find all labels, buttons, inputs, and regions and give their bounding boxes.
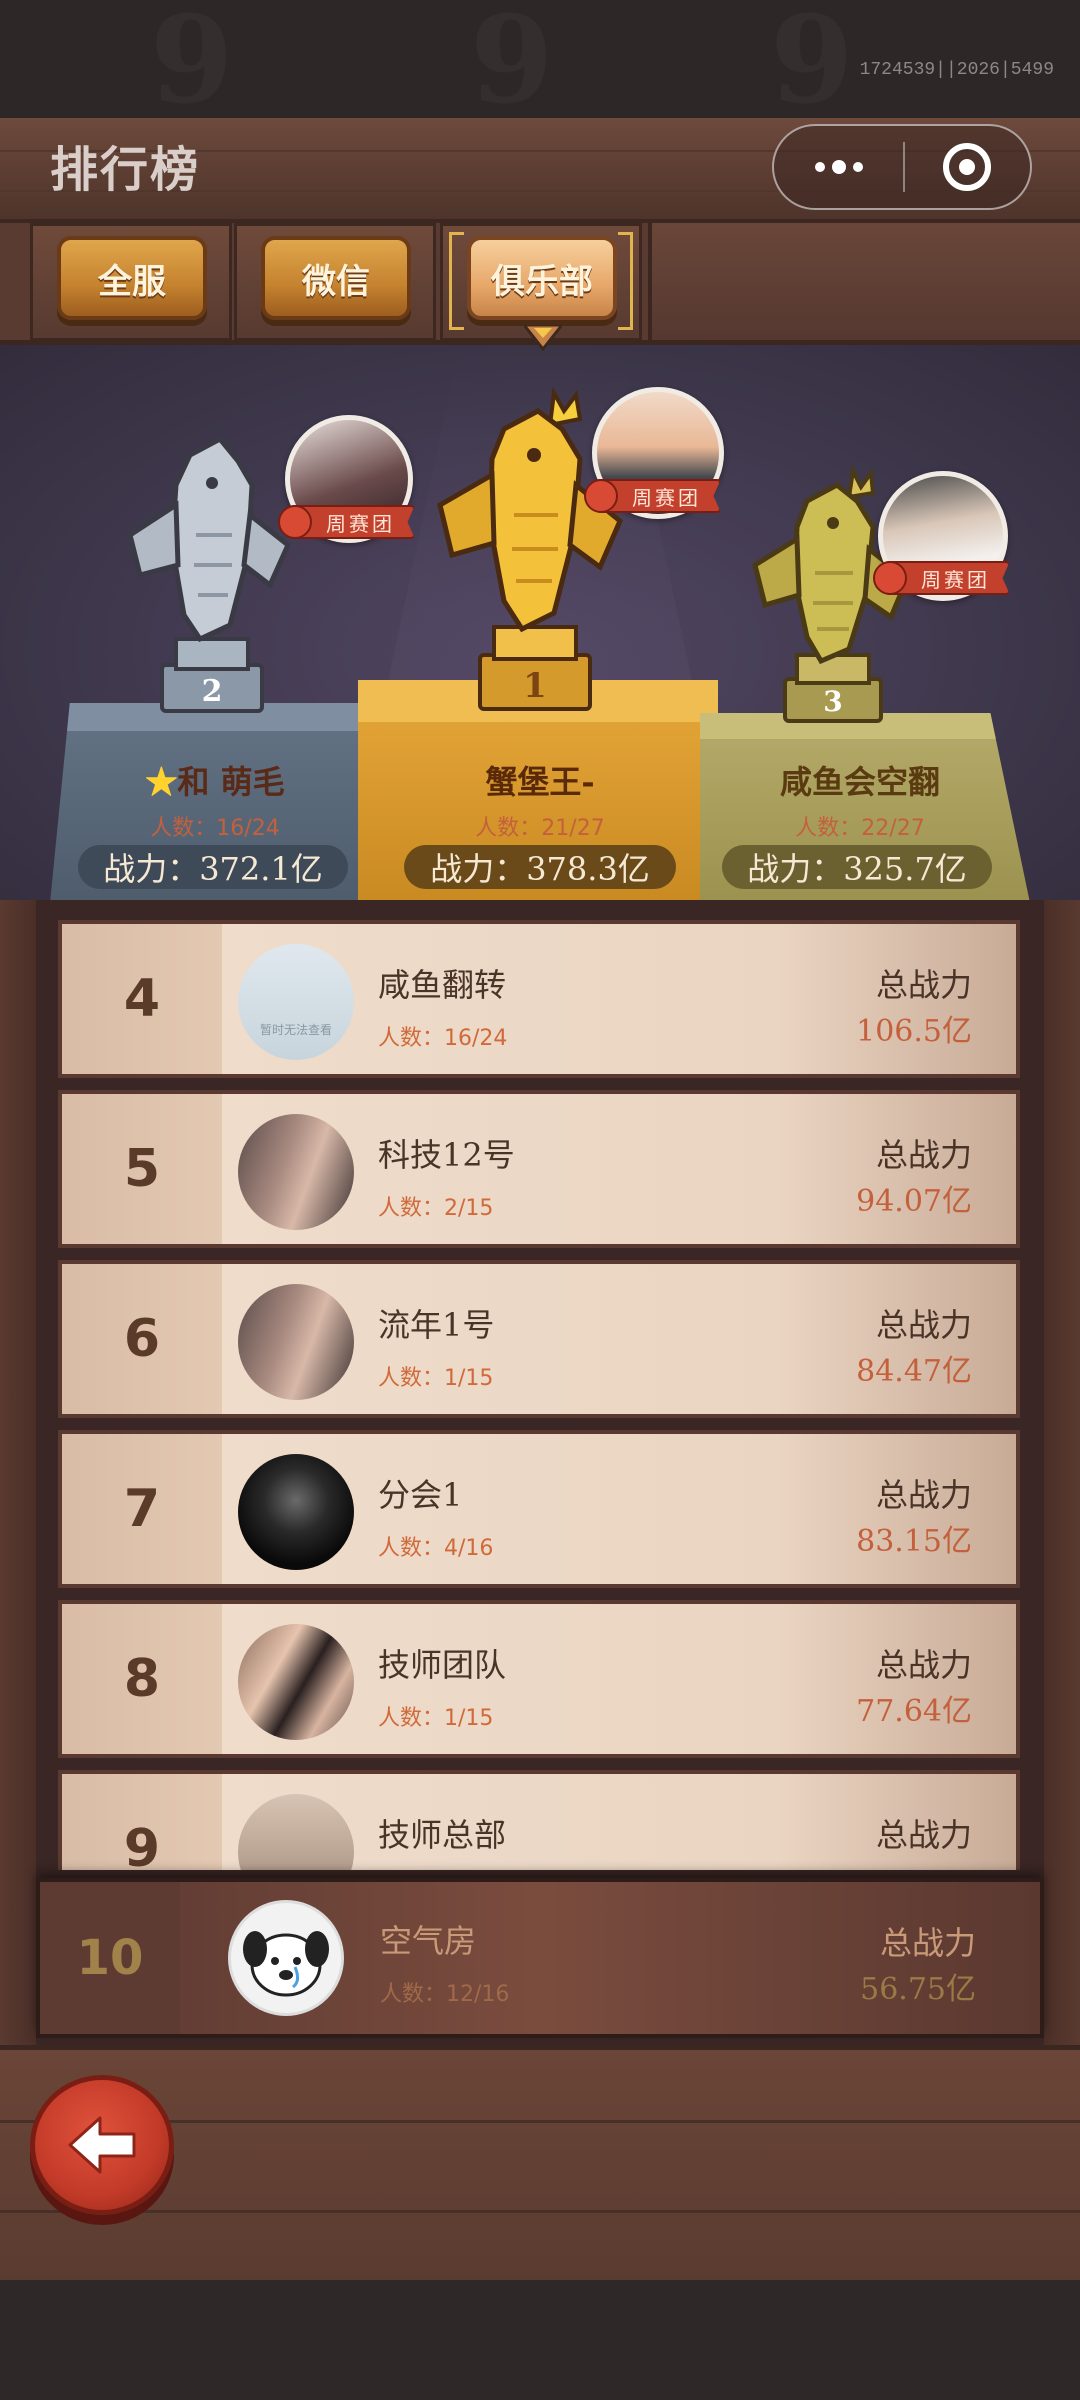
decor-digit: 9 (150, 0, 234, 118)
total-power-value: 84.47亿 (856, 1354, 972, 1389)
avatar (238, 1624, 354, 1740)
member-count-rank-2: 人数：16/24 (150, 816, 280, 841)
list-item[interactable]: 9 技师总部 总战力 (58, 1770, 1020, 1870)
total-power-value: 94.07亿 (856, 1184, 972, 1219)
total-power-value: 77.64亿 (856, 1694, 972, 1729)
rank-number: 4 (123, 969, 161, 1029)
close-button[interactable] (905, 126, 1030, 208)
list-item[interactable]: 7 分会1 人数：4/16 总战力 83.15亿 (58, 1430, 1020, 1588)
back-arrow-icon (68, 2116, 136, 2174)
total-power-label: 总战力 (875, 1476, 972, 1514)
rank-number: 9 (123, 1819, 161, 1870)
badge-icon (584, 479, 618, 513)
ranking-list[interactable]: 4 暂时无法查看 咸鱼翻转 人数：16/24 总战力 106.5亿 5 科技12… (0, 900, 1080, 2045)
rank-number: 7 (123, 1479, 161, 1539)
total-power-label: 总战力 (875, 1646, 972, 1684)
member-count: 人数：4/16 (378, 1536, 494, 1561)
cartoon-dog-icon (243, 1931, 329, 1997)
list-item[interactable]: 6 流年1号 人数：1/15 总战力 84.47亿 (58, 1260, 1020, 1418)
club-name: 技师总部 (378, 1816, 507, 1854)
my-club-rank-row[interactable]: 10 空气房 人数：12/16 总战力 56.75亿 (36, 1878, 1044, 2038)
svg-text:1: 1 (523, 666, 547, 706)
total-power-label: 总战力 (875, 1306, 972, 1344)
member-count-rank-3: 人数：22/27 (795, 816, 925, 841)
bottom-band (0, 2280, 1080, 2400)
power-rank-1: 战力：378.3亿 (404, 845, 676, 889)
total-power-value: 83.15亿 (856, 1524, 972, 1559)
more-button[interactable] (774, 126, 903, 208)
tab-club[interactable]: 俱乐部 (467, 236, 617, 320)
decor-digit: 9 (770, 0, 854, 118)
avatar: 暂时无法查看 (238, 944, 354, 1060)
club-name-rank-1: 蟹堡王- (485, 763, 595, 801)
svg-text:3: 3 (823, 685, 842, 718)
total-power-value: 56.75亿 (860, 1972, 976, 2007)
power-rank-2: 战力：372.1亿 (78, 845, 348, 889)
tab-all[interactable]: 全服 (57, 236, 207, 320)
club-name: 空气房 (380, 1922, 477, 1960)
star-icon: ★ (145, 763, 178, 801)
rank-number: 8 (123, 1649, 161, 1709)
badge-icon (278, 505, 312, 539)
tab-wechat-frame: 微信 (234, 223, 436, 341)
club-name: 咸鱼翻转 (378, 966, 507, 1004)
avatar (238, 1454, 354, 1570)
avatar (238, 1114, 354, 1230)
avatar (228, 1900, 344, 2016)
list-item[interactable]: 4 暂时无法查看 咸鱼翻转 人数：16/24 总战力 106.5亿 (58, 920, 1020, 1078)
tab-club-frame: 俱乐部 (440, 223, 642, 341)
list-item[interactable]: 5 科技12号 人数：2/15 总战力 94.07亿 (58, 1090, 1020, 1248)
total-power-label: 总战力 (875, 1816, 972, 1854)
more-icon-dot (831, 160, 846, 174)
list-item[interactable]: 8 技师团队 人数：1/15 总战力 77.64亿 (58, 1600, 1020, 1758)
top-band: 9 9 9 1724539||2026|5499 (0, 0, 1080, 118)
total-power-value: 106.5亿 (856, 1014, 972, 1049)
tab-all-frame: 全服 (30, 223, 232, 341)
tab-wechat[interactable]: 微信 (261, 236, 411, 320)
list-viewport: 4 暂时无法查看 咸鱼翻转 人数：16/24 总战力 106.5亿 5 科技12… (0, 900, 1080, 1870)
member-count: 人数：2/15 (378, 1196, 494, 1221)
total-power-label: 总战力 (875, 1136, 972, 1174)
rank-number: 10 (76, 1930, 144, 1986)
build-id: 1724539||2026|5499 (859, 60, 1054, 80)
close-target-icon (943, 143, 992, 191)
member-count: 人数：16/24 (378, 1026, 508, 1051)
club-name: 技师团队 (378, 1646, 507, 1684)
member-count: 人数：1/15 (378, 1366, 494, 1391)
fish-trophy-icon: 2 (127, 435, 292, 713)
club-name: 分会1 (378, 1476, 463, 1514)
mini-program-capsule (772, 124, 1032, 210)
badge-icon (873, 561, 907, 595)
decor-digit: 9 (470, 0, 554, 118)
podium-area: 2 1 3 周赛团 周赛团 周赛团 ★和 萌毛 人数：16/24 战力：372.… (0, 345, 1080, 900)
total-power-label: 总战力 (879, 1924, 976, 1962)
more-icon-dot (852, 162, 863, 172)
avatar-unavailable-text: 暂时无法查看 (259, 1023, 332, 1037)
rank-number: 5 (123, 1139, 161, 1199)
svg-text:2: 2 (202, 674, 223, 709)
club-name: 科技12号 (378, 1136, 515, 1174)
member-count: 人数：12/16 (380, 1982, 510, 2007)
total-power-label: 总战力 (875, 966, 972, 1004)
member-count: 人数：1/15 (378, 1706, 494, 1731)
back-button[interactable] (30, 2075, 174, 2215)
power-rank-3: 战力：325.7亿 (722, 845, 992, 889)
page-title: 排行榜 (50, 142, 201, 198)
club-name: 流年1号 (378, 1306, 495, 1344)
club-name-rank-3: 咸鱼会空翻 (779, 763, 940, 801)
wood-plank (648, 223, 1080, 340)
club-name-rank-2: ★和 萌毛 (145, 763, 285, 801)
wood-seam (0, 2210, 1080, 2213)
member-count-rank-1: 人数：21/27 (475, 816, 605, 841)
rank-number: 6 (123, 1309, 161, 1369)
active-tab-pointer-icon (524, 325, 562, 351)
avatar (238, 1284, 354, 1400)
more-icon (814, 162, 825, 172)
